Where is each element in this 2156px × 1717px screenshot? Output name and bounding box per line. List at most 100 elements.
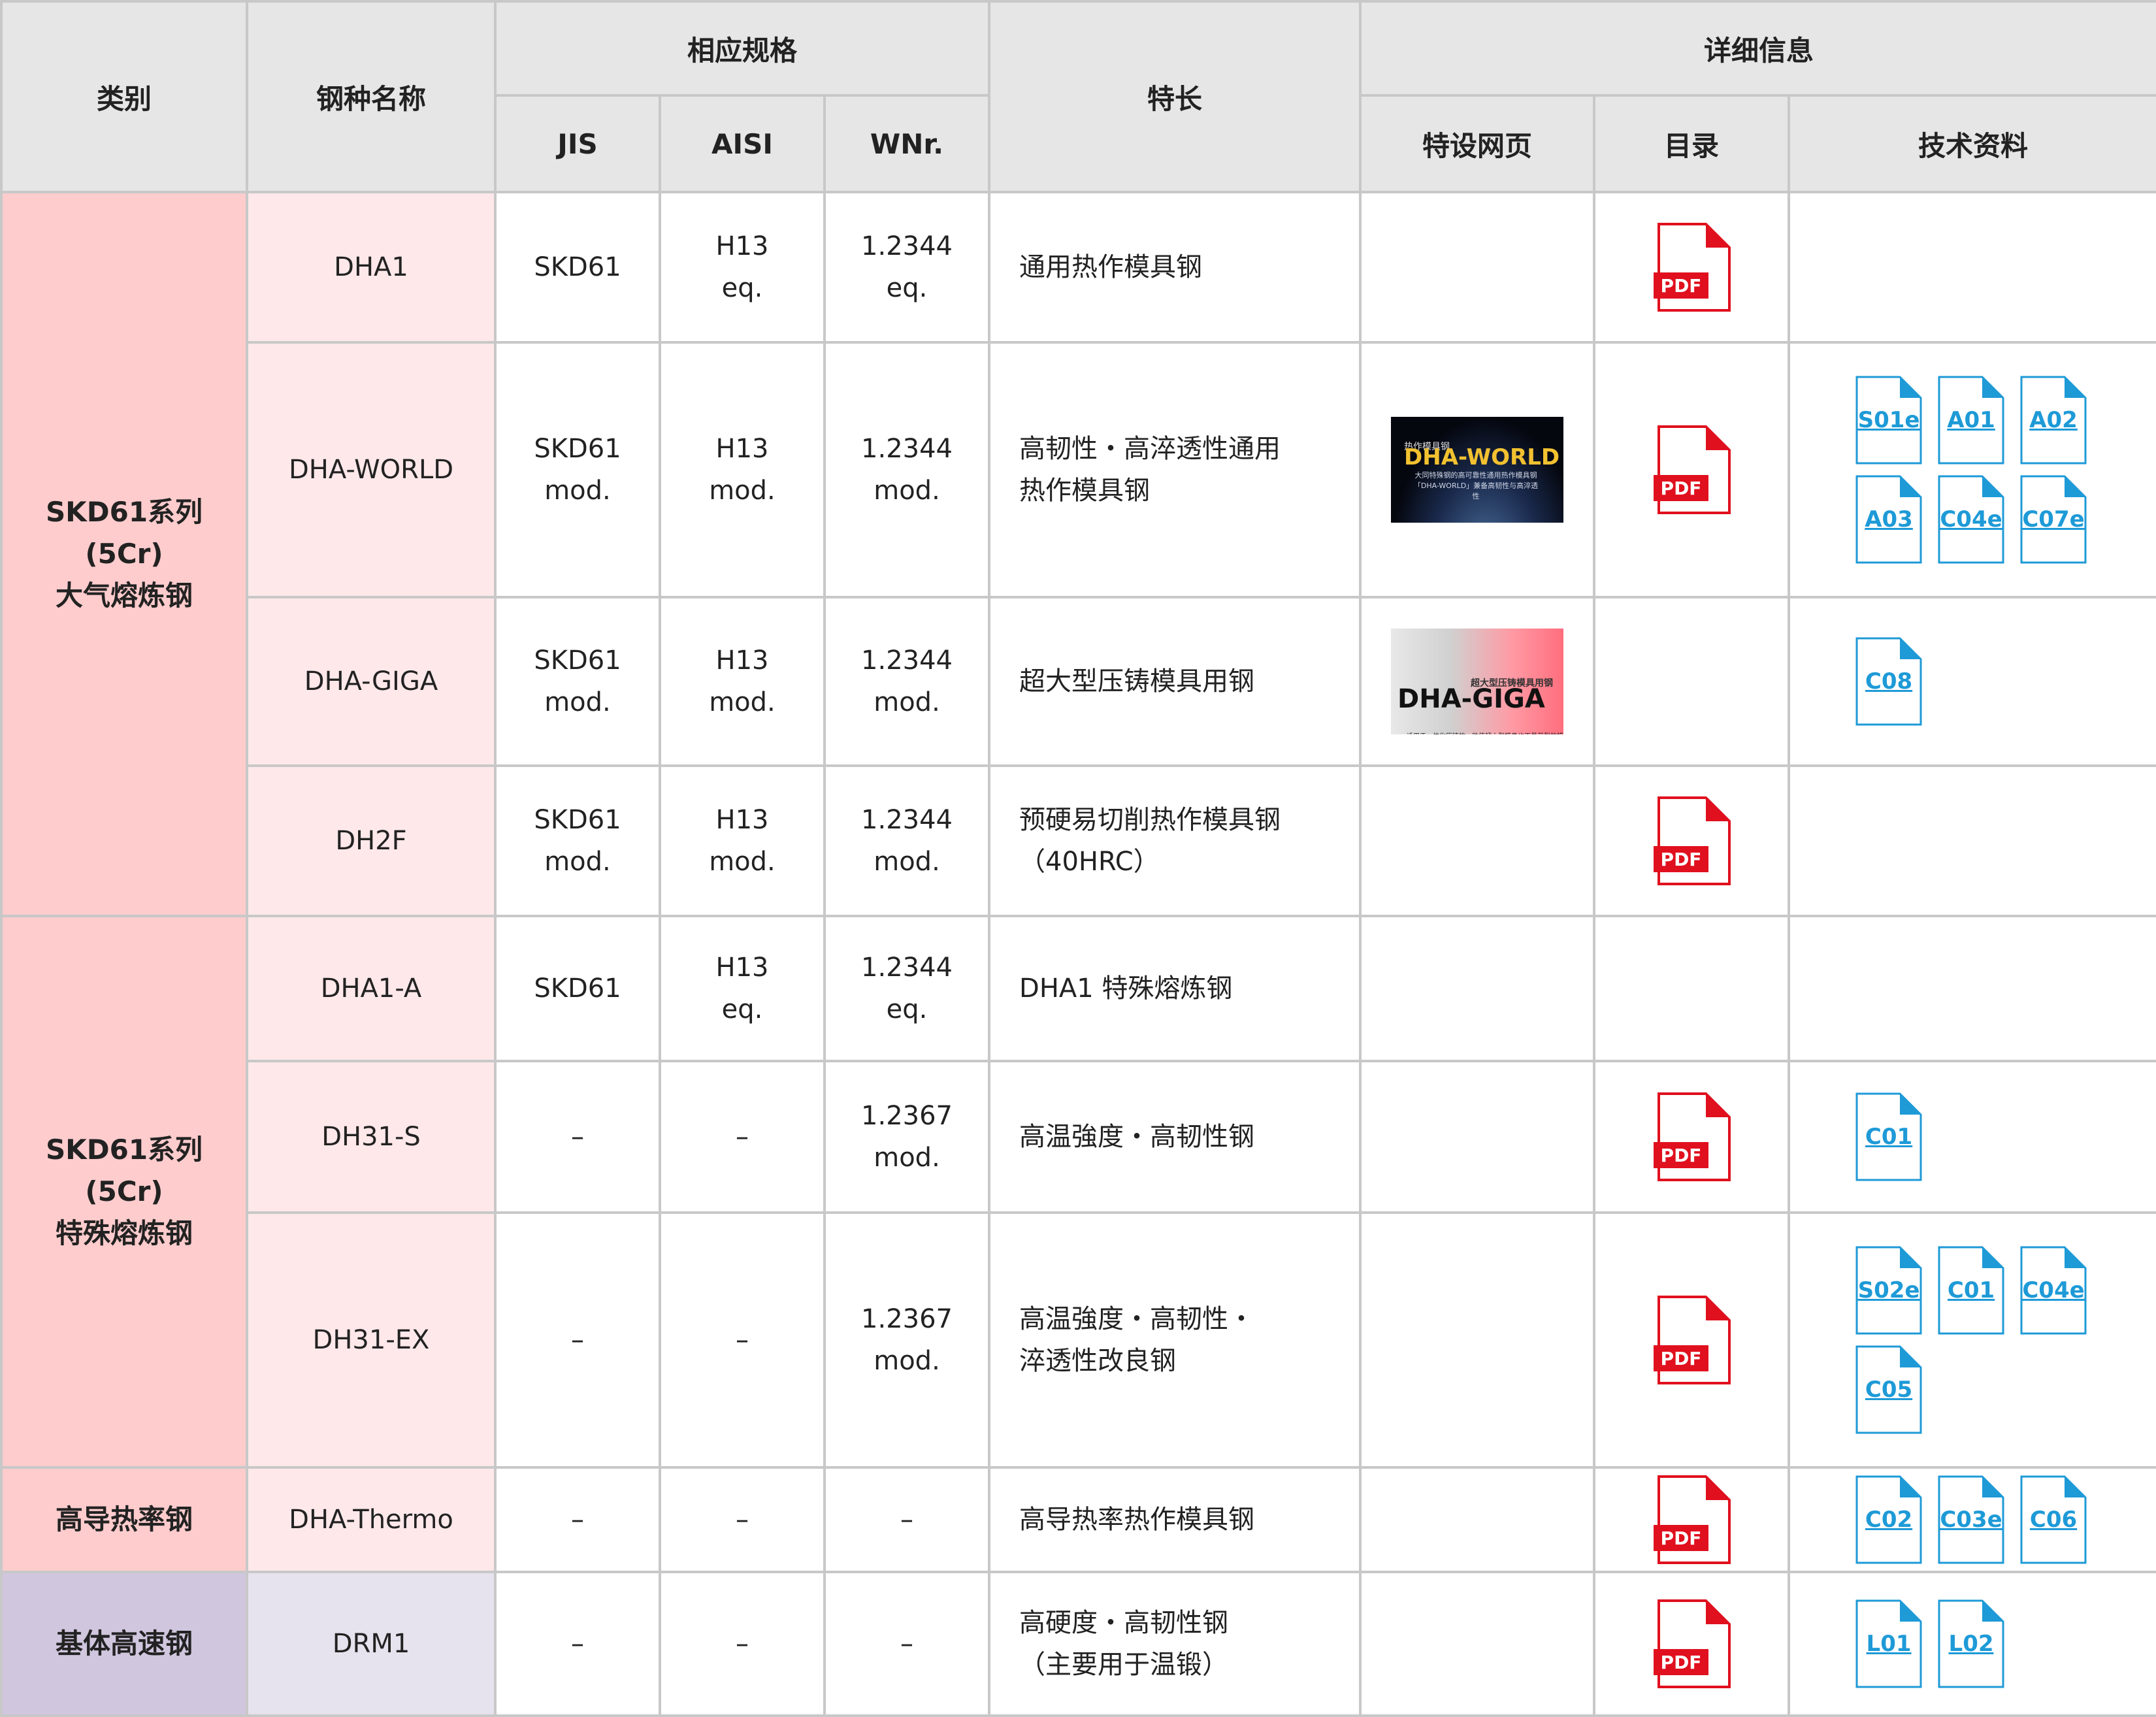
header-special-page: 特设网页 bbox=[1359, 94, 1596, 193]
steel-name: DHA-GIGA bbox=[246, 596, 497, 767]
jis-cell: – bbox=[494, 1571, 661, 1717]
svg-text:PDF: PDF bbox=[1661, 1652, 1702, 1673]
svg-text:PDF: PDF bbox=[1661, 478, 1702, 499]
special-page-cell bbox=[1359, 191, 1596, 344]
wnr-cell: 1.2344 mod. bbox=[823, 764, 991, 917]
tech-docs-cell: C01 bbox=[1788, 1060, 2156, 1214]
steel-name: DHA1-A bbox=[246, 915, 497, 1062]
jis-cell: SKD61 mod. bbox=[494, 341, 661, 598]
catalog-cell: PDF bbox=[1593, 1466, 1791, 1573]
tech-doc-code: C06 bbox=[2029, 1507, 2078, 1533]
pdf-icon[interactable]: PDF bbox=[1652, 425, 1731, 514]
table-row: DHA-WORLD SKD61 mod. H13 mod. 1.2344 mod… bbox=[1, 341, 2156, 598]
tech-doc-icon[interactable]: S01e bbox=[1855, 376, 1922, 465]
jis-cell: – bbox=[494, 1466, 661, 1573]
tech-doc-icon[interactable]: A01 bbox=[1938, 376, 2004, 465]
category-cell: SKD61系列 (5Cr) 特殊熔炼钢 bbox=[0, 915, 248, 1469]
banner-text: 一适用于一体化压铸的、助使超大型模具也不易开裂的模具钢一 bbox=[1400, 716, 1563, 734]
pdf-icon[interactable]: PDF bbox=[1652, 1092, 1731, 1181]
header-steel-name: 钢种名称 bbox=[246, 0, 497, 193]
tech-doc-icon[interactable]: C01 bbox=[1855, 1092, 1922, 1181]
feature-cell: 高韧性・高淬透性通用 热作模具钢 bbox=[988, 341, 1362, 598]
tech-doc-code: C01 bbox=[1865, 1124, 1913, 1150]
svg-text:PDF: PDF bbox=[1661, 1348, 1702, 1369]
tech-docs-cell bbox=[1788, 915, 2156, 1062]
tech-doc-icon[interactable]: C04e bbox=[1938, 475, 2004, 564]
special-page-cell: 超大型压铸模具用钢 DHA-GIGA 一适用于一体化压铸的、助使超大型模具也不易… bbox=[1359, 596, 1596, 767]
svg-text:PDF: PDF bbox=[1661, 849, 1702, 870]
tech-doc-code: S01e bbox=[1857, 407, 1920, 433]
jis-cell: – bbox=[494, 1211, 661, 1469]
tech-doc-icon[interactable]: C02 bbox=[1855, 1475, 1922, 1564]
special-page-cell bbox=[1359, 1571, 1596, 1717]
banner-text: 大同特殊钢的高可靠性通用热作模具钢「DHA-WORLD」兼备高韧性与高淬透性 bbox=[1413, 471, 1539, 500]
wnr-cell: – bbox=[823, 1571, 991, 1717]
tech-doc-icon[interactable]: L01 bbox=[1855, 1599, 1922, 1688]
table-row: DH31-S – – 1.2367 mod. 高温強度・高韧性钢 PDF C01 bbox=[1, 1060, 2156, 1214]
steel-name: DHA-Thermo bbox=[246, 1466, 497, 1573]
tech-doc-icon[interactable]: C04e bbox=[2020, 1246, 2087, 1335]
special-page-cell bbox=[1359, 1060, 1596, 1214]
banner-title: DHA-GIGA bbox=[1397, 684, 1545, 714]
tech-docs-cell: C02 C03e C06 bbox=[1788, 1466, 2156, 1573]
tech-doc-icon[interactable]: A02 bbox=[2020, 376, 2087, 465]
category-cell: 高导热率钢 bbox=[0, 1466, 248, 1573]
tech-docs-cell bbox=[1788, 764, 2156, 917]
pdf-icon[interactable]: PDF bbox=[1652, 1599, 1731, 1688]
tech-doc-code: C01 bbox=[1947, 1277, 1995, 1303]
jis-cell: SKD61 bbox=[494, 191, 661, 344]
tech-doc-icon[interactable]: L02 bbox=[1938, 1599, 2004, 1688]
tech-doc-icon[interactable]: C05 bbox=[1855, 1345, 1922, 1434]
tech-doc-icon[interactable]: C06 bbox=[2020, 1475, 2087, 1564]
catalog-cell: PDF bbox=[1593, 191, 1791, 344]
tech-doc-code: C03e bbox=[1940, 1507, 2002, 1533]
pdf-icon[interactable]: PDF bbox=[1652, 796, 1731, 885]
table-row: 高导热率钢 DHA-Thermo – – – 高导热率热作模具钢 PDF C02… bbox=[0, 1466, 2156, 1573]
wnr-cell: 1.2367 mod. bbox=[823, 1060, 991, 1214]
feature-cell: 高温強度・高韧性・ 淬透性改良钢 bbox=[988, 1211, 1362, 1469]
tech-docs-cell: L01 L02 bbox=[1788, 1571, 2156, 1717]
steel-name: DH31-EX bbox=[246, 1211, 497, 1469]
svg-text:PDF: PDF bbox=[1661, 275, 1702, 297]
table-row: SKD61系列 (5Cr) 特殊熔炼钢 DHA1-A SKD61 H13 eq.… bbox=[0, 915, 2156, 1469]
dha-giga-banner[interactable]: 超大型压铸模具用钢 DHA-GIGA 一适用于一体化压铸的、助使超大型模具也不易… bbox=[1391, 629, 1564, 734]
tech-doc-code: C05 bbox=[1865, 1377, 1913, 1403]
catalog-cell bbox=[1593, 915, 1791, 1062]
feature-cell: 高导热率热作模具钢 bbox=[988, 1466, 1362, 1573]
catalog-cell: PDF bbox=[1593, 341, 1791, 598]
tech-docs-cell: C08 bbox=[1788, 596, 2156, 767]
tech-doc-icon[interactable]: A03 bbox=[1855, 475, 1922, 564]
pdf-icon[interactable]: PDF bbox=[1652, 1475, 1731, 1564]
catalog-cell: PDF bbox=[1593, 1211, 1791, 1469]
special-page-cell bbox=[1359, 764, 1596, 917]
header-category: 类别 bbox=[0, 0, 248, 193]
steel-name: DH31-S bbox=[246, 1060, 497, 1214]
jis-cell: SKD61 bbox=[494, 915, 661, 1062]
tech-doc-icon[interactable]: C07e bbox=[2020, 475, 2087, 564]
tech-doc-code: C02 bbox=[1865, 1507, 1913, 1533]
steel-name: DHA1 bbox=[246, 191, 497, 344]
steel-name: DH2F bbox=[246, 764, 497, 917]
steel-name: DRM1 bbox=[246, 1571, 497, 1717]
pdf-icon[interactable]: PDF bbox=[1652, 223, 1731, 312]
catalog-cell: PDF bbox=[1593, 1571, 1791, 1717]
aisi-cell: H13 mod. bbox=[659, 341, 826, 598]
feature-cell: 通用热作模具钢 bbox=[988, 191, 1362, 344]
tech-doc-icon[interactable]: C01 bbox=[1938, 1246, 2004, 1335]
wnr-cell: 1.2344 eq. bbox=[823, 191, 991, 344]
aisi-cell: – bbox=[659, 1211, 826, 1469]
tech-doc-code: A02 bbox=[2029, 407, 2078, 433]
tech-doc-icon[interactable]: S02e bbox=[1855, 1246, 1922, 1335]
feature-cell: DHA1 特殊熔炼钢 bbox=[988, 915, 1362, 1062]
wnr-cell: 1.2344 eq. bbox=[823, 915, 991, 1062]
tech-doc-icon[interactable]: C08 bbox=[1855, 637, 1922, 726]
aisi-cell: H13 eq. bbox=[659, 915, 826, 1062]
catalog-cell: PDF bbox=[1593, 1060, 1791, 1214]
dha-world-banner[interactable]: 热作模具钢 DHA-WORLD 大同特殊钢的高可靠性通用热作模具钢「DHA-WO… bbox=[1391, 417, 1564, 523]
tech-doc-icon[interactable]: C03e bbox=[1938, 1475, 2004, 1564]
aisi-cell: H13 eq. bbox=[659, 191, 826, 344]
feature-cell: 预硬易切削热作模具钢 （40HRC） bbox=[988, 764, 1362, 917]
pdf-icon[interactable]: PDF bbox=[1652, 1296, 1731, 1384]
header-aisi: AISI bbox=[659, 94, 826, 193]
jis-cell: SKD61 mod. bbox=[494, 764, 661, 917]
